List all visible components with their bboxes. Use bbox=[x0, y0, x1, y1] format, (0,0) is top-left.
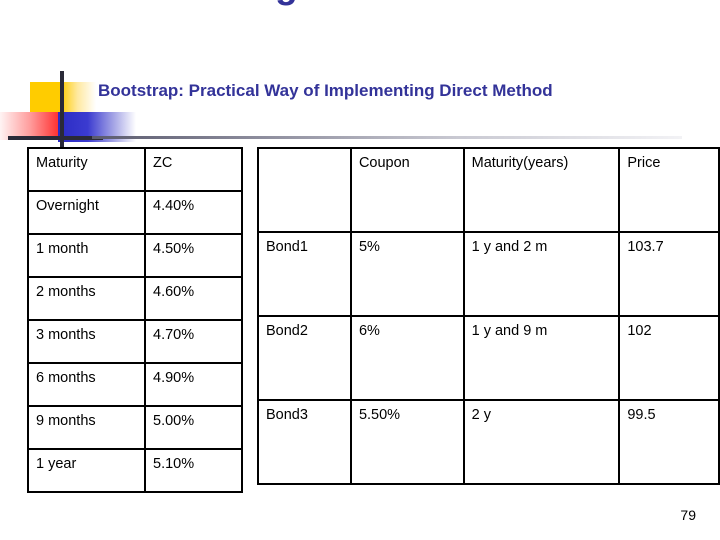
column-header-maturity-years: Maturity(years) bbox=[462, 147, 621, 233]
cell-maturity: 2 months bbox=[27, 276, 146, 321]
cell-zc-rate: 4.50% bbox=[144, 233, 243, 278]
table-row: 6 months 4.90% bbox=[27, 362, 243, 407]
cell-bond-price: 103.7 bbox=[618, 231, 720, 317]
table-header-row: Coupon Maturity(years) Price bbox=[257, 147, 720, 233]
slide-title: Recovering the Term Structure bbox=[98, 0, 698, 6]
table-row: 3 months 4.70% bbox=[27, 319, 243, 364]
cell-maturity: 6 months bbox=[27, 362, 146, 407]
cell-zc-rate: 4.90% bbox=[144, 362, 243, 407]
cell-bond-name: Bond1 bbox=[257, 231, 352, 317]
cell-maturity: 9 months bbox=[27, 405, 146, 450]
cell-zc-rate: 4.60% bbox=[144, 276, 243, 321]
cell-bond-coupon: 5.50% bbox=[349, 399, 465, 485]
cell-zc-rate: 5.00% bbox=[144, 405, 243, 450]
cell-bond-maturity: 2 y bbox=[462, 399, 621, 485]
table-row: Bond2 6% 1 y and 9 m 102 bbox=[257, 315, 720, 401]
slide-subtitle: Bootstrap: Practical Way of Implementing… bbox=[98, 81, 553, 100]
cell-bond-coupon: 5% bbox=[349, 231, 465, 317]
cell-bond-price: 99.5 bbox=[618, 399, 720, 485]
horizontal-accent-line bbox=[8, 136, 103, 140]
cell-maturity: 3 months bbox=[27, 319, 146, 364]
column-header-zc: ZC bbox=[144, 147, 243, 192]
header-divider-rule bbox=[92, 136, 682, 139]
red-square-accent bbox=[0, 112, 58, 140]
table-row: 1 year 5.10% bbox=[27, 448, 243, 493]
table-row: Bond1 5% 1 y and 2 m 103.7 bbox=[257, 231, 720, 317]
yellow-square-accent bbox=[30, 82, 96, 114]
cell-zc-rate: 4.40% bbox=[144, 190, 243, 235]
cell-maturity: Overnight bbox=[27, 190, 146, 235]
bond-characteristics-table: Coupon Maturity(years) Price Bond1 5% 1 … bbox=[257, 147, 720, 485]
column-header-coupon: Coupon bbox=[349, 147, 465, 233]
table-header-row: Maturity ZC bbox=[27, 147, 243, 192]
cell-bond-price: 102 bbox=[618, 315, 720, 401]
zero-coupon-rate-table: Maturity ZC Overnight 4.40% 1 month 4.50… bbox=[27, 147, 243, 493]
table-row: Bond3 5.50% 2 y 99.5 bbox=[257, 399, 720, 485]
table-row: Overnight 4.40% bbox=[27, 190, 243, 235]
slide-canvas: Recovering the Term Structure Bootstrap:… bbox=[0, 0, 720, 540]
cell-bond-maturity: 1 y and 9 m bbox=[462, 315, 621, 401]
cell-zc-rate: 5.10% bbox=[144, 448, 243, 493]
vertical-accent-line bbox=[60, 71, 64, 148]
cell-zc-rate: 4.70% bbox=[144, 319, 243, 364]
column-header-price: Price bbox=[618, 147, 720, 233]
table-row: 2 months 4.60% bbox=[27, 276, 243, 321]
cell-bond-name: Bond2 bbox=[257, 315, 352, 401]
cell-maturity: 1 year bbox=[27, 448, 146, 493]
column-header-bond bbox=[257, 147, 352, 233]
column-header-maturity: Maturity bbox=[27, 147, 146, 192]
cell-bond-maturity: 1 y and 2 m bbox=[462, 231, 621, 317]
cell-bond-coupon: 6% bbox=[349, 315, 465, 401]
table-row: 9 months 5.00% bbox=[27, 405, 243, 450]
page-number: 79 bbox=[680, 507, 696, 523]
cell-maturity: 1 month bbox=[27, 233, 146, 278]
cell-bond-name: Bond3 bbox=[257, 399, 352, 485]
table-row: 1 month 4.50% bbox=[27, 233, 243, 278]
